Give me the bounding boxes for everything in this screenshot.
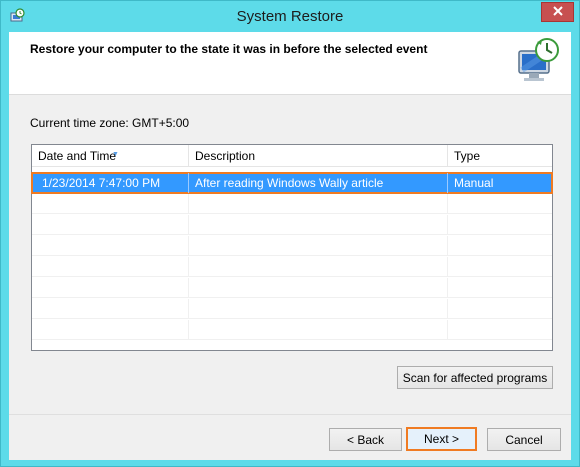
table-row[interactable]: 1/23/2014 7:47:00 PM After reading Windo…: [31, 172, 553, 194]
list-header: Date and Time ▼ Description Type: [32, 145, 552, 167]
system-restore-window: System Restore Restore your computer to …: [0, 0, 580, 467]
scan-affected-programs-button[interactable]: Scan for affected programs: [397, 366, 553, 389]
empty-row: [32, 236, 552, 256]
window-title: System Restore: [236, 8, 344, 25]
header-panel: Restore your computer to the state it wa…: [9, 32, 571, 95]
cancel-button[interactable]: Cancel: [487, 428, 561, 451]
row-description: After reading Windows Wally article: [189, 173, 448, 193]
dialog-client-area: Restore your computer to the state it wa…: [9, 32, 571, 460]
close-icon: [552, 5, 563, 19]
column-header-label: Description: [195, 149, 256, 163]
sort-ascending-icon: ▼: [112, 151, 119, 158]
column-header-label: Date and Time: [38, 149, 117, 163]
row-date: 1/23/2014 7:47:00 PM: [36, 173, 189, 193]
column-header-description[interactable]: Description: [189, 145, 448, 167]
column-header-type[interactable]: Type: [448, 145, 552, 167]
empty-row: [32, 194, 552, 214]
column-header-date[interactable]: Date and Time ▼: [32, 145, 189, 167]
empty-row: [32, 257, 552, 277]
title-bar[interactable]: System Restore: [1, 1, 579, 33]
empty-row: [32, 299, 552, 319]
close-button[interactable]: [541, 2, 574, 22]
restore-point-list[interactable]: Date and Time ▼ Description Type 1/23/20…: [31, 144, 553, 351]
empty-row: [32, 320, 552, 340]
column-header-label: Type: [454, 149, 481, 163]
system-restore-monitor-icon: [515, 37, 561, 85]
timezone-label: Current time zone: GMT+5:00: [30, 116, 190, 130]
empty-row: [32, 215, 552, 235]
footer-divider: [9, 414, 571, 415]
back-button[interactable]: < Back: [329, 428, 402, 451]
next-button[interactable]: Next >: [406, 427, 477, 451]
empty-row: [32, 278, 552, 298]
page-heading: Restore your computer to the state it wa…: [30, 42, 428, 56]
row-type: Manual: [454, 176, 494, 190]
